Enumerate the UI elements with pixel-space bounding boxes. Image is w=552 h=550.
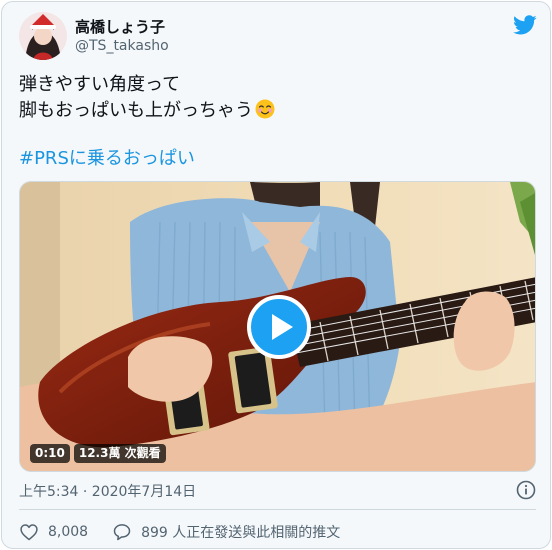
video-view-count: 12.3萬 次觀看 <box>73 444 166 463</box>
display-name[interactable]: 高橋しょう子 <box>75 16 165 37</box>
tweet-line-2: 脚もおっぱいも上がっちゃう <box>19 98 529 124</box>
tweet-text: 弾きやすい角度って 脚もおっぱいも上がっちゃう <box>19 72 529 124</box>
twitter-bird-icon[interactable] <box>513 13 537 37</box>
like-button[interactable]: 8,008 <box>19 522 88 542</box>
video-badges: 0:10 12.3萬 次觀看 <box>30 444 166 463</box>
play-button[interactable] <box>247 295 311 359</box>
hashtag-tag[interactable]: #PRS <box>19 148 69 169</box>
info-icon[interactable] <box>516 480 536 500</box>
tweet-timestamp[interactable]: 上午5:34 · 2020年7月14日 <box>19 481 196 501</box>
avatar[interactable] <box>19 12 67 60</box>
smiling-face-emoji <box>255 99 275 119</box>
hashtag-suffix[interactable]: に乗るおっぱい <box>69 148 195 169</box>
heart-icon <box>20 524 38 541</box>
reply-conversation-button[interactable]: 899 人正在發送與此相關的推文 <box>112 522 340 542</box>
like-count[interactable]: 8,008 <box>48 524 88 540</box>
reply-bubble-icon <box>113 524 131 541</box>
tweet-line-1: 弾きやすい角度って <box>19 74 181 95</box>
tweet-actions: 8,008 899 人正在發送與此相關的推文 <box>19 520 340 544</box>
user-handle[interactable]: @TS_takasho <box>75 38 169 54</box>
hashtag-link[interactable]: #PRSに乗るおっぱい <box>19 146 195 172</box>
tweet-card[interactable]: 高橋しょう子 @TS_takasho 弾きやすい角度って 脚もおっぱいも上がっち… <box>1 1 551 549</box>
tweet-line-2-text: 脚もおっぱいも上がっちゃう <box>19 100 253 121</box>
reply-conversation-label[interactable]: 899 人正在發送與此相關的推文 <box>141 522 340 542</box>
video-duration: 0:10 <box>30 444 70 463</box>
play-icon <box>272 314 293 340</box>
video-player[interactable]: 0:10 12.3萬 次觀看 <box>19 181 536 472</box>
divider <box>19 509 536 510</box>
